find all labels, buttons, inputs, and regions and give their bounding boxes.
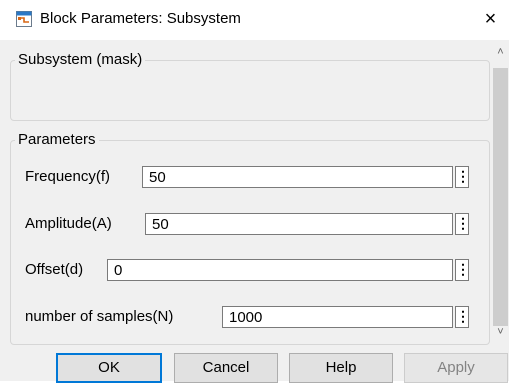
mask-group: Subsystem (mask) [10,51,490,121]
scroll-thumb[interactable] [493,68,508,326]
simulink-block-icon [16,11,32,27]
samples-more-button[interactable]: ⋮ [455,306,470,328]
ok-button[interactable]: OK [56,353,162,383]
frequency-label: Frequency(f) [25,168,111,185]
title-bar: Block Parameters: Subsystem × [0,0,509,40]
offset-more-button[interactable]: ⋮ [455,259,470,281]
cancel-button[interactable]: Cancel [174,353,278,383]
amplitude-more-button[interactable]: ⋮ [455,213,470,235]
samples-input[interactable] [222,306,453,328]
apply-button[interactable]: Apply [404,353,508,383]
parameters-group-title: Parameters [18,131,96,148]
frequency-input[interactable] [142,166,453,188]
scroll-down-arrow-icon[interactable]: ˅ [492,324,509,341]
window-title: Block Parameters: Subsystem [40,10,241,27]
samples-label: number of samples(N) [25,308,174,325]
offset-label: Offset(d) [25,261,84,278]
scroll-up-arrow-icon[interactable]: ˄ [492,44,509,61]
frequency-more-button[interactable]: ⋮ [455,166,470,188]
offset-input[interactable] [107,259,453,281]
amplitude-input[interactable] [145,213,453,235]
help-button[interactable]: Help [289,353,393,383]
close-button[interactable]: × [472,2,509,36]
vertical-scrollbar[interactable]: ˄ ˅ [492,44,509,341]
mask-group-title: Subsystem (mask) [18,51,143,68]
amplitude-label: Amplitude(A) [25,215,112,232]
dialog-content: Subsystem (mask) Parameters Frequency(f)… [0,40,509,383]
